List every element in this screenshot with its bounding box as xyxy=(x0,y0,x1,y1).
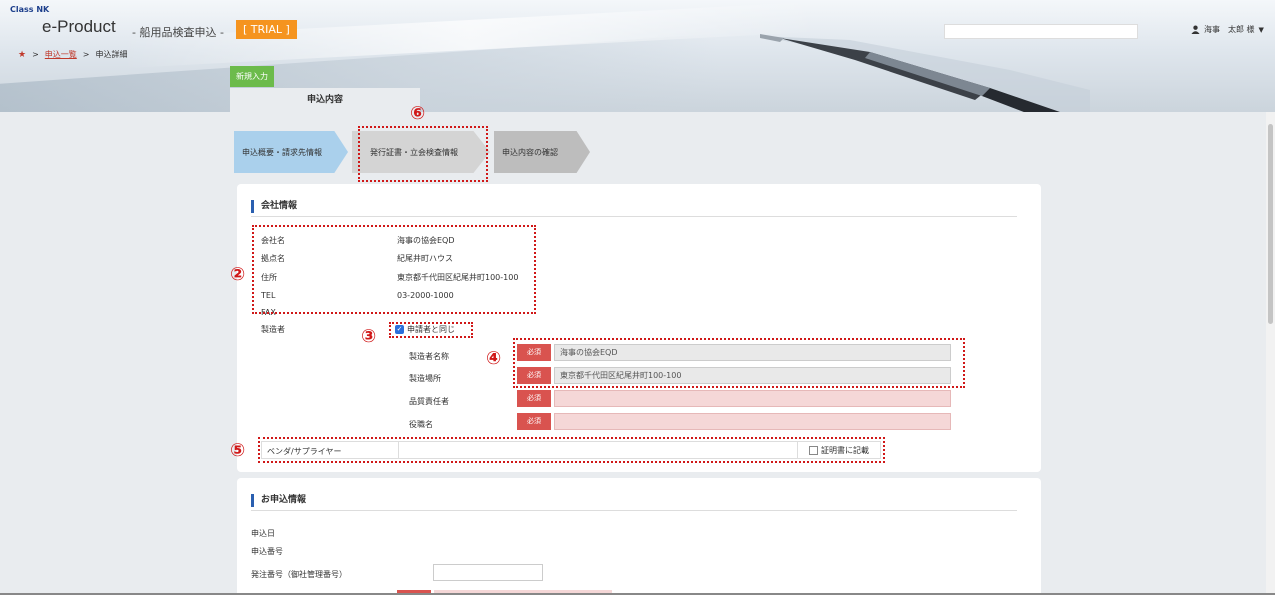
label-manufacturer-name: 製造者名称 xyxy=(409,352,449,361)
new-entry-button[interactable]: 新規入力 xyxy=(230,66,274,87)
user-icon xyxy=(1191,25,1200,34)
label-manufacturing-place: 製造場所 xyxy=(409,374,441,383)
application-info-panel: お申込情報 申込日 申込番号 発注番号（御社管理番号） xyxy=(237,478,1041,595)
app-subtitle: - 船用品検査申込 - xyxy=(132,26,224,39)
annotation-box-2 xyxy=(252,225,536,314)
annotation-number-5: ⑤ xyxy=(230,440,246,461)
section-divider xyxy=(251,216,1017,217)
trial-badge: [ TRIAL ] xyxy=(236,20,297,39)
header-banner: Class NK e-Product - 船用品検査申込 - [ TRIAL ]… xyxy=(0,0,1275,112)
annotation-number-2: ② xyxy=(230,264,246,285)
breadcrumb-current: 申込詳細 xyxy=(95,50,128,59)
annotation-number-4: ④ xyxy=(486,348,502,369)
breadcrumb-link-list[interactable]: 申込一覧 xyxy=(45,49,77,60)
annotation-number-3: ③ xyxy=(361,326,377,347)
search-input[interactable] xyxy=(944,24,1138,39)
step-overview-billing[interactable]: 申込概要・請求先情報 xyxy=(234,131,348,173)
annotation-box-5 xyxy=(258,437,885,463)
section-title-application: お申込情報 xyxy=(251,494,306,507)
required-badge: 必須 xyxy=(517,413,551,430)
order-number-input[interactable] xyxy=(433,564,543,581)
annotation-box-3 xyxy=(389,322,473,338)
breadcrumb-separator-icon: > xyxy=(32,50,39,59)
section-title-company: 会社情報 xyxy=(251,200,297,213)
section-divider xyxy=(251,510,1017,511)
label-manufacturer: 製造者 xyxy=(261,325,285,334)
required-badge: 必須 xyxy=(517,390,551,407)
label-job-title: 役職名 xyxy=(409,420,433,429)
label-order-number: 発注番号（御社管理番号） xyxy=(251,570,347,579)
user-menu[interactable]: 海事 太郎 様 ▼ xyxy=(1191,24,1264,35)
annotation-number-6: ⑥ xyxy=(410,103,426,124)
annotation-box-6 xyxy=(358,126,488,182)
label-application-date: 申込日 xyxy=(251,529,275,538)
tab-application-content[interactable]: 申込内容 xyxy=(230,88,420,112)
step-confirm[interactable]: 申込内容の確認 xyxy=(494,131,590,173)
user-name: 海事 太郎 様 xyxy=(1204,25,1255,34)
fountain-pen-image xyxy=(760,34,1090,112)
scrollbar-thumb[interactable] xyxy=(1268,124,1273,324)
quality-manager-field[interactable] xyxy=(554,390,951,407)
annotation-box-4 xyxy=(513,338,965,388)
label-application-number: 申込番号 xyxy=(251,547,283,556)
caret-down-icon: ▼ xyxy=(1258,25,1264,34)
breadcrumb: ★ > 申込一覧 > 申込詳細 xyxy=(18,49,127,60)
app-title: e-Product xyxy=(42,17,116,36)
job-title-field[interactable] xyxy=(554,413,951,430)
brand-logo[interactable]: Class NK xyxy=(10,5,49,14)
home-icon[interactable]: ★ xyxy=(18,50,26,60)
breadcrumb-separator-icon: > xyxy=(82,50,90,59)
label-quality-manager: 品質責任者 xyxy=(409,397,449,406)
